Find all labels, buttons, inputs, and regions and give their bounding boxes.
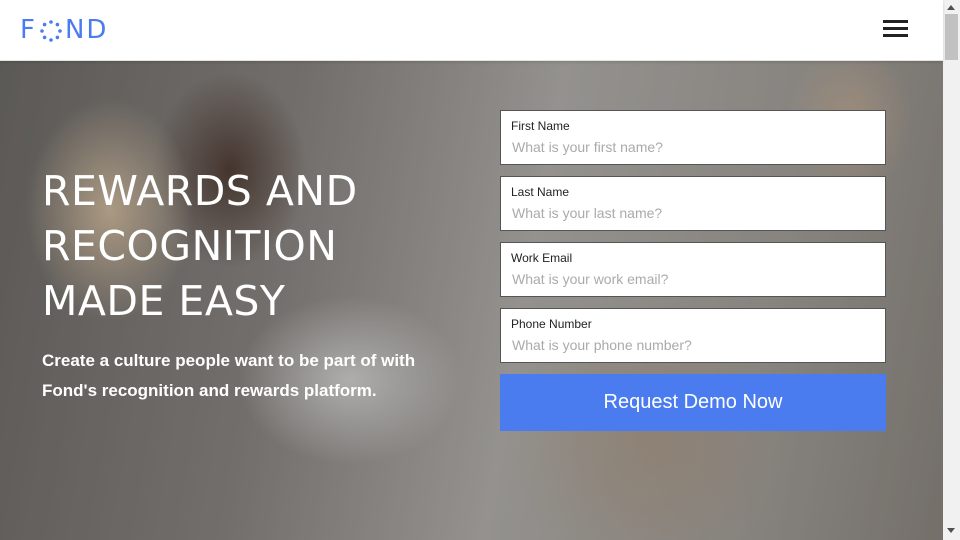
vertical-scrollbar[interactable] xyxy=(943,0,960,540)
scroll-down-arrow-icon[interactable] xyxy=(947,528,955,533)
site-header: F ND xyxy=(0,0,943,61)
demo-request-form: First Name Last Name Work Email Phone Nu… xyxy=(500,110,886,431)
phone-number-label: Phone Number xyxy=(511,317,592,331)
scrollbar-thumb[interactable] xyxy=(945,14,958,60)
last-name-label: Last Name xyxy=(511,185,570,199)
hero-title: REWARDS AND RECOGNITION MADE EASY xyxy=(42,164,462,329)
hero-subtitle-line: Create a culture people want to be part … xyxy=(42,351,416,370)
work-email-label: Work Email xyxy=(511,251,573,265)
phone-number-input[interactable] xyxy=(512,337,872,353)
logo-dotted-circle-icon xyxy=(40,19,62,42)
fond-logo[interactable]: F ND xyxy=(20,14,108,46)
request-demo-button[interactable]: Request Demo Now xyxy=(500,374,886,431)
first-name-input[interactable] xyxy=(512,139,872,155)
phone-number-field[interactable]: Phone Number xyxy=(500,308,886,363)
hamburger-menu-button[interactable] xyxy=(880,20,910,42)
scroll-up-arrow-icon[interactable] xyxy=(947,5,955,10)
hero-title-line: REWARDS AND xyxy=(42,167,358,215)
hamburger-icon-bar xyxy=(883,20,908,23)
hero-subtitle-line: Fond's recognition and rewards platform. xyxy=(42,381,377,400)
last-name-field[interactable]: Last Name xyxy=(500,176,886,231)
hamburger-icon-bar xyxy=(883,27,908,30)
first-name-field[interactable]: First Name xyxy=(500,110,886,165)
page: F ND REWARDS AND RECOGNITION MADE EASY C… xyxy=(0,0,960,540)
hamburger-icon-bar xyxy=(883,34,908,37)
logo-letter-f: F xyxy=(20,15,37,45)
logo-letters-nd: ND xyxy=(64,15,109,45)
hero-subtitle: Create a culture people want to be part … xyxy=(42,346,462,406)
work-email-input[interactable] xyxy=(512,271,872,287)
hero-title-line: RECOGNITION xyxy=(42,222,338,270)
last-name-input[interactable] xyxy=(512,205,872,221)
hero-title-line: MADE EASY xyxy=(42,277,286,325)
work-email-field[interactable]: Work Email xyxy=(500,242,886,297)
first-name-label: First Name xyxy=(511,119,570,133)
